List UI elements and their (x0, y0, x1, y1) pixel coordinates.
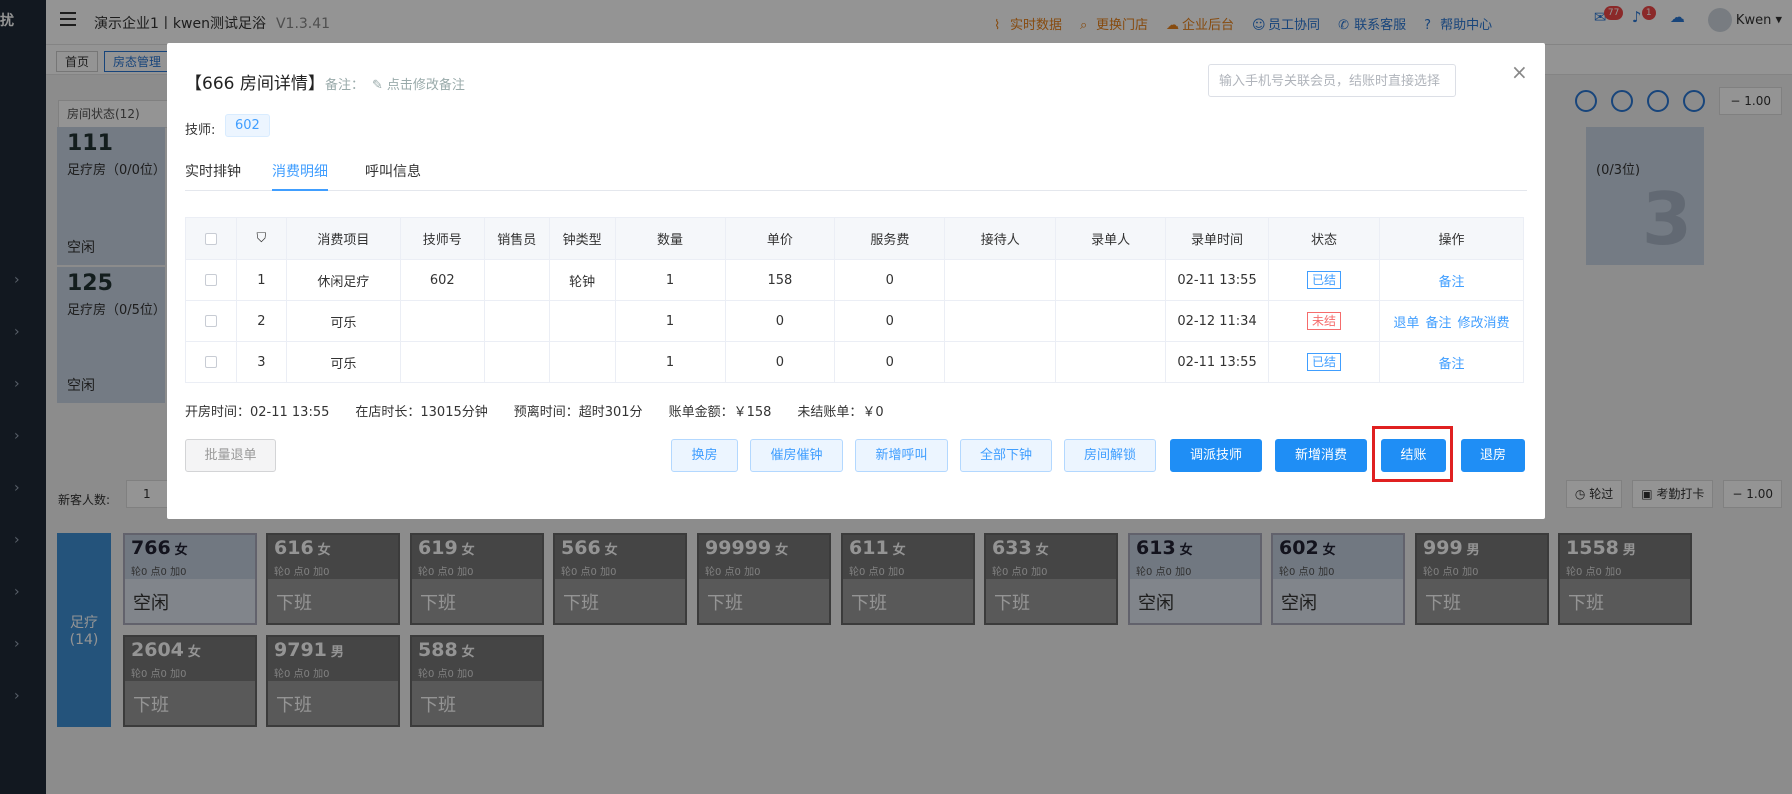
clock-cell (548, 341, 616, 383)
open-time: 开房时间：02-11 13:55 (185, 405, 330, 420)
status-cell: 未结 (1268, 300, 1380, 342)
tech-cell (399, 341, 485, 383)
time-cell: 02-11 13:55 (1165, 259, 1270, 301)
stay-duration: 在店时长：13015分钟 (355, 405, 488, 420)
bill-summary: 开房时间：02-11 13:55 在店时长：13015分钟 预离时间：超时301… (185, 401, 884, 420)
col-seller: 销售员 (483, 217, 550, 260)
recorder-cell (1055, 259, 1167, 301)
status-cell: 已结 (1268, 341, 1380, 383)
col-host: 接待人 (944, 217, 1057, 260)
row-action-link[interactable]: 备注 (1438, 357, 1464, 372)
add-consume-button[interactable]: 新增消费 (1275, 439, 1367, 472)
col-service-fee: 服务费 (834, 217, 946, 260)
table-header-row: ⛉ 消费项目 技师号 销售员 钟类型 数量 单价 服务费 接待人 录单人 录单时… (185, 217, 1525, 260)
table-row: 2 可乐 1 0 0 02-12 11:34 未结 退单 备注 修改消费 (185, 300, 1525, 342)
qty-cell: 1 (614, 300, 726, 342)
seller-cell (483, 341, 550, 383)
status-badge: 未结 (1306, 312, 1341, 330)
price-cell: 158 (724, 259, 836, 301)
price-cell: 0 (724, 341, 836, 383)
status-cell: 已结 (1268, 259, 1380, 301)
item-cell: 可乐 (285, 341, 401, 383)
seller-cell (483, 259, 550, 301)
col-status: 状态 (1268, 217, 1380, 260)
host-cell (944, 341, 1057, 383)
row-index: 2 (235, 300, 287, 342)
recorder-cell (1055, 341, 1167, 383)
col-qty: 数量 (614, 217, 726, 260)
all-down-button[interactable]: 全部下钟 (960, 439, 1052, 472)
tab-realtime-schedule[interactable]: 实时排钟 (185, 161, 241, 181)
check-out-room-button[interactable]: 退房 (1461, 439, 1525, 472)
dispatch-tech-button[interactable]: 调派技师 (1170, 439, 1262, 472)
filter-icon[interactable]: ⛉ (235, 217, 287, 260)
close-icon[interactable]: × (1511, 60, 1528, 84)
urge-button[interactable]: 催房催钟 (750, 439, 843, 472)
note-label: 备注： (325, 78, 365, 93)
room-detail-modal: 【666 房间详情】 备注： ✎ 点击修改备注 输入手机号关联会员，结账时直接选择 … (167, 43, 1545, 519)
tech-label: 技师: (185, 123, 216, 138)
bill-amount: 账单金额：￥158 (668, 405, 772, 420)
item-cell: 休闲足疗 (285, 259, 401, 301)
modal-title: 【666 房间详情】 (185, 74, 325, 94)
room-note[interactable]: 备注： ✎ 点击修改备注 (325, 74, 465, 93)
consumption-table: ⛉ 消费项目 技师号 销售员 钟类型 数量 单价 服务费 接待人 录单人 录单时… (185, 217, 1525, 383)
qty-cell: 1 (614, 341, 726, 383)
edit-note-link[interactable]: 点击修改备注 (387, 78, 465, 93)
room-unlock-button[interactable]: 房间解锁 (1064, 439, 1156, 472)
batch-refund-button[interactable]: 批量退单 (185, 439, 276, 472)
table-row: 1 休闲足疗 602 轮钟 1 158 0 02-11 13:55 已结 备注 (185, 259, 1525, 301)
price-cell: 0 (724, 300, 836, 342)
time-cell: 02-11 13:55 (1165, 341, 1270, 383)
qty-cell: 1 (614, 259, 726, 301)
tab-consumption-detail[interactable]: 消费明细 (272, 161, 328, 191)
actions-cell: 备注 (1378, 259, 1525, 301)
status-badge: 已结 (1306, 271, 1341, 289)
host-cell (944, 300, 1057, 342)
pencil-icon: ✎ (372, 78, 383, 93)
new-call-button[interactable]: 新增呼叫 (855, 439, 948, 472)
change-room-button[interactable]: 换房 (671, 439, 738, 472)
row-action-link[interactable]: 备注 (1438, 275, 1464, 290)
expected-leave: 预离时间：超时301分 (513, 405, 643, 420)
tech-cell: 602 (399, 259, 485, 301)
col-record-time: 录单时间 (1165, 217, 1270, 260)
row-checkbox[interactable] (185, 341, 237, 383)
tech-cell (399, 300, 485, 342)
member-phone-input[interactable]: 输入手机号关联会员，结账时直接选择 (1208, 64, 1456, 97)
tab-call-info[interactable]: 呼叫信息 (365, 161, 421, 181)
time-cell: 02-12 11:34 (1165, 300, 1270, 342)
fee-cell: 0 (834, 341, 946, 383)
row-checkbox[interactable] (185, 300, 237, 342)
tech-tag[interactable]: 602 (225, 114, 270, 137)
fee-cell: 0 (834, 300, 946, 342)
recorder-cell (1055, 300, 1167, 342)
unpaid-amount: 未结账单：￥0 (797, 405, 884, 420)
row-checkbox[interactable] (185, 259, 237, 301)
checkout-highlight-box (1372, 426, 1453, 482)
clock-cell (548, 300, 616, 342)
col-clock-type: 钟类型 (548, 217, 616, 260)
col-price: 单价 (724, 217, 836, 260)
status-badge: 已结 (1306, 353, 1341, 371)
seller-cell (483, 300, 550, 342)
clock-cell: 轮钟 (548, 259, 616, 301)
item-cell: 可乐 (285, 300, 401, 342)
modal-tabs: 实时排钟 消费明细 呼叫信息 (185, 151, 1527, 191)
select-all-checkbox[interactable] (185, 217, 237, 260)
row-action-link[interactable]: 备注 (1425, 316, 1451, 331)
row-action-link[interactable]: 修改消费 (1457, 316, 1509, 331)
row-index: 3 (235, 341, 287, 383)
host-cell (944, 259, 1057, 301)
col-actions: 操作 (1378, 217, 1525, 260)
fee-cell: 0 (834, 259, 946, 301)
col-recorder: 录单人 (1055, 217, 1167, 260)
actions-cell: 退单 备注 修改消费 (1378, 300, 1525, 342)
col-tech: 技师号 (399, 217, 485, 260)
col-item: 消费项目 (285, 217, 401, 260)
row-action-link[interactable]: 退单 (1393, 316, 1419, 331)
table-row: 3 可乐 1 0 0 02-11 13:55 已结 备注 (185, 341, 1525, 383)
row-index: 1 (235, 259, 287, 301)
actions-cell: 备注 (1378, 341, 1525, 383)
